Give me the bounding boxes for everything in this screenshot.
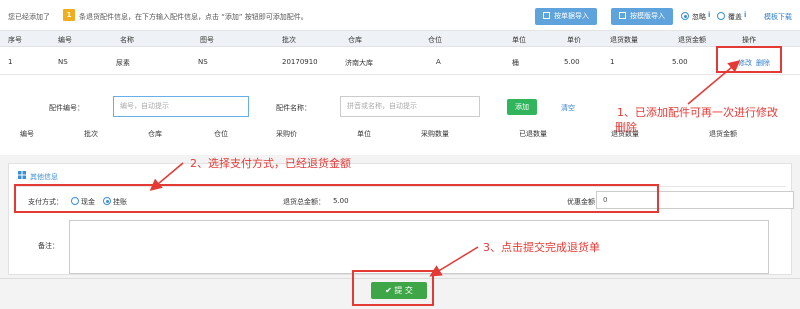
annotation-arrows [149,60,741,277]
